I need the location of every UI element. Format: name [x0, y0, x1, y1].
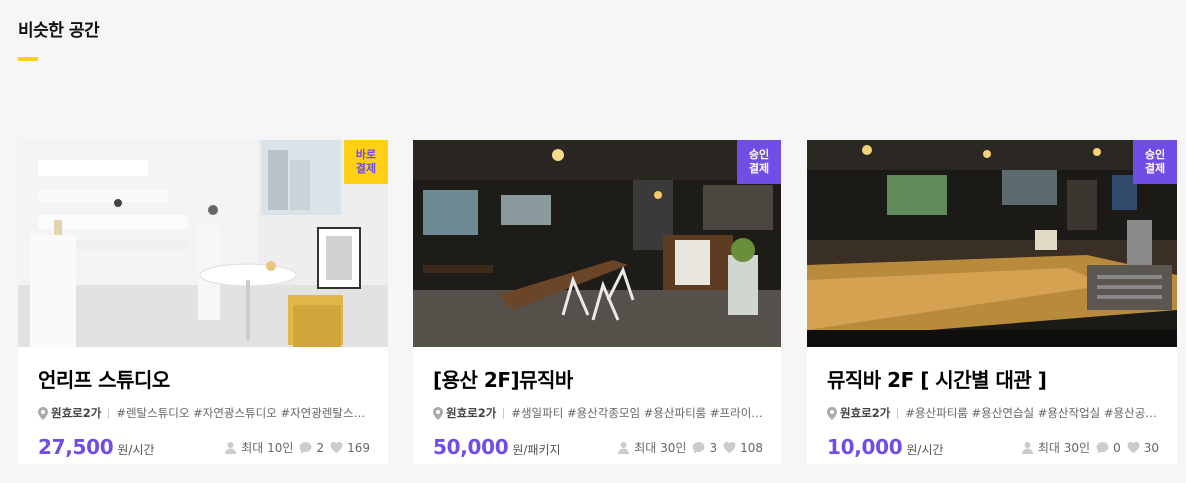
- location-pin-icon: [433, 406, 443, 420]
- location-pin-icon: [38, 406, 48, 420]
- price: 50,000: [433, 435, 509, 459]
- space-name[interactable]: [용산 2F]뮤직바: [433, 364, 763, 393]
- space-thumbnail[interactable]: 승인 결제: [807, 140, 1177, 347]
- approval-payment-badge: 승인 결제: [1133, 140, 1177, 184]
- tag-list: #렌탈스튜디오 #자연광스튜디오 #자연광렌탈스튜디오: [116, 406, 370, 420]
- space-thumbnail[interactable]: 승인 결제: [413, 140, 781, 347]
- person-icon: [618, 442, 630, 454]
- space-meta: 원효로2가 #렌탈스튜디오 #자연광스튜디오 #자연광렌탈스튜디오: [38, 405, 370, 421]
- price: 10,000: [827, 435, 903, 459]
- space-card[interactable]: 승인 결제 [용산 2F]뮤직바 원효로2가 #생일파티 #용산각종모임 #용산…: [413, 140, 781, 464]
- location-label: 원효로2가: [446, 406, 497, 420]
- comment-count: 3: [709, 440, 718, 455]
- space-name[interactable]: 언리프 스튜디오: [38, 364, 370, 393]
- space-thumbnail[interactable]: 바로 결제: [18, 140, 388, 347]
- comment-icon: [692, 442, 705, 454]
- comment-count: 0: [1113, 440, 1121, 455]
- comment-count: 2: [316, 440, 325, 455]
- heart-icon: [723, 441, 736, 453]
- capacity-label: 최대 30인: [634, 441, 687, 455]
- price: 27,500: [38, 435, 114, 459]
- price-unit: 원/시간: [906, 443, 944, 457]
- location-label: 원효로2가: [51, 406, 102, 420]
- space-stats: 최대 30인 0 30: [1015, 439, 1159, 456]
- space-meta: 원효로2가 #생일파티 #용산각종모임 #용산파티룸 #프라이빗파티: [433, 405, 763, 421]
- like-count: 169: [347, 440, 370, 455]
- heart-icon: [330, 441, 343, 453]
- like-count: 108: [740, 440, 763, 455]
- space-stats: 최대 10인 2 169: [218, 439, 370, 456]
- title-underline: [18, 57, 38, 61]
- space-card[interactable]: 바로 결제 언리프 스튜디오 원효로2가 #렌탈스튜디오 #자연광스튜디오 #자…: [18, 140, 388, 464]
- divider: [108, 407, 110, 419]
- capacity-label: 최대 30인: [1037, 441, 1091, 455]
- person-icon: [1021, 442, 1033, 454]
- location-pin-icon: [827, 406, 837, 420]
- comment-icon: [299, 442, 312, 454]
- instant-payment-badge: 바로 결제: [344, 140, 388, 184]
- approval-payment-badge: 승인 결제: [737, 140, 781, 184]
- price-unit: 원/시간: [117, 443, 155, 457]
- space-name[interactable]: 뮤직바 2F [ 시간별 대관 ]: [827, 364, 1159, 393]
- capacity-label: 최대 10인: [241, 441, 294, 455]
- location-label: 원효로2가: [840, 406, 891, 420]
- section-title: 비슷한 공간: [18, 21, 100, 41]
- tag-list: #용산파티룸 #용산연습실 #용산작업실 #용산공연장: [905, 406, 1159, 420]
- like-count: 30: [1143, 440, 1159, 455]
- tag-list: #생일파티 #용산각종모임 #용산파티룸 #프라이빗파티: [511, 406, 763, 420]
- divider: [503, 407, 505, 419]
- divider: [897, 407, 899, 419]
- heart-icon: [1127, 441, 1140, 453]
- space-card[interactable]: 승인 결제 뮤직바 2F [ 시간별 대관 ] 원효로2가 #용산파티룸 #용산…: [807, 140, 1177, 464]
- comment-icon: [1096, 442, 1109, 454]
- space-stats: 최대 30인 3 108: [611, 439, 763, 456]
- space-meta: 원효로2가 #용산파티룸 #용산연습실 #용산작업실 #용산공연장: [827, 405, 1159, 421]
- price-unit: 원/패키지: [512, 443, 561, 457]
- person-icon: [225, 442, 237, 454]
